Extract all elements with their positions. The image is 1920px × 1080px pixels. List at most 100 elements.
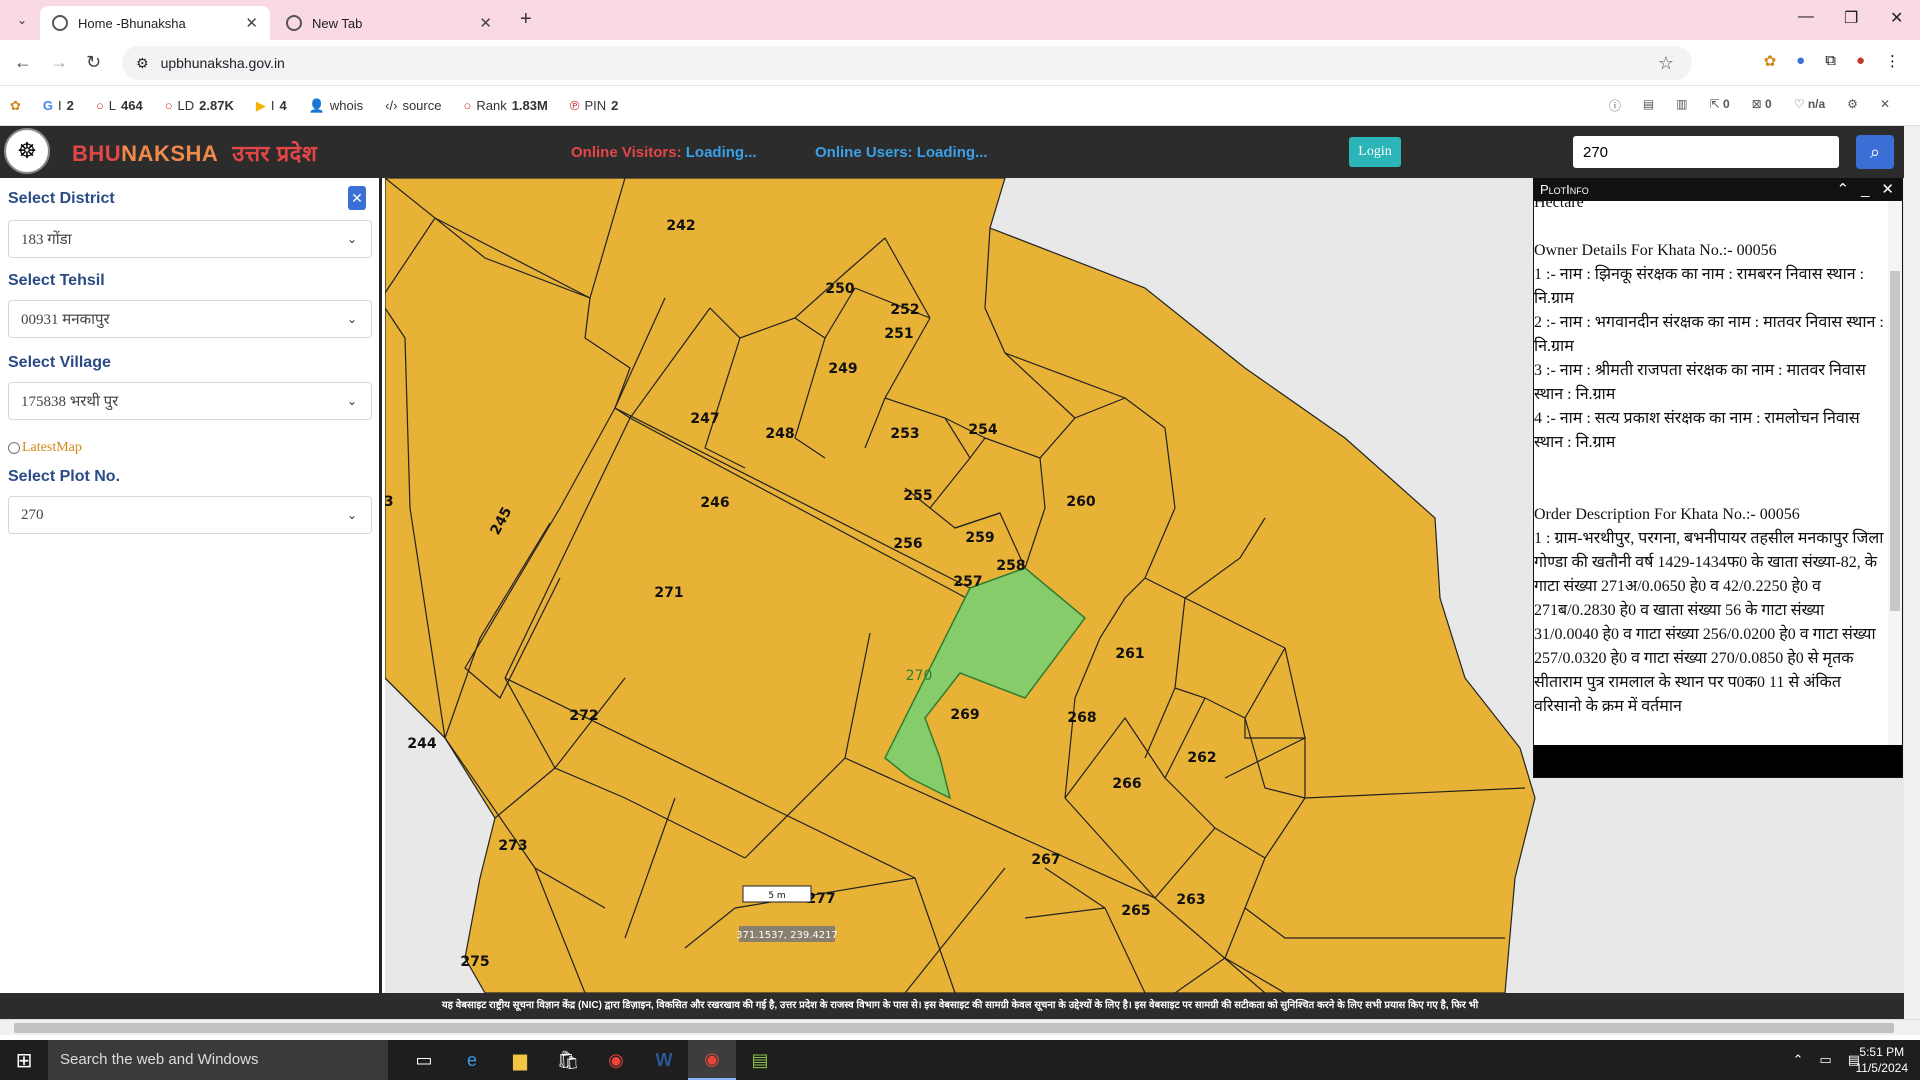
seo-whois[interactable]: 👤 whois: [309, 98, 363, 114]
plot-label: 256: [893, 536, 922, 552]
seo-links[interactable]: ○ L 464: [96, 98, 143, 113]
notepad-icon[interactable]: ▤: [736, 1040, 784, 1080]
plot-select[interactable]: 270 ⌄: [8, 496, 372, 534]
left-panel: ✕ Select District 183 गोंडा ⌄ Select Tehs…: [0, 178, 382, 993]
chevron-down-icon: ⌄: [346, 507, 357, 522]
window-close-icon[interactable]: ✕: [1890, 8, 1903, 28]
menu-kebab-icon[interactable]: ⋮: [1885, 52, 1900, 70]
file-explorer-icon[interactable]: ▆: [496, 1040, 544, 1080]
info-icon[interactable]: ⓘ: [1609, 97, 1621, 114]
circle-icon: ○: [164, 98, 173, 113]
reload-icon[interactable]: ↻: [86, 52, 101, 73]
minimize-icon[interactable]: —: [1798, 8, 1814, 26]
plot-label: 259: [965, 530, 994, 546]
tray-chevron-icon[interactable]: ⌃: [1793, 1052, 1804, 1068]
network-icon[interactable]: ▭: [1819, 1052, 1831, 1068]
settings-icon[interactable]: ⚙: [1847, 97, 1858, 114]
tab-search-chevron-icon[interactable]: ⌄: [12, 10, 32, 30]
nofollow-status[interactable]: ♡ n/a: [1794, 97, 1825, 114]
store-icon[interactable]: 🛍: [544, 1040, 592, 1080]
extension-icon[interactable]: ✿: [1764, 52, 1777, 70]
chrome-active-icon[interactable]: ◉: [688, 1040, 736, 1080]
district-select[interactable]: 183 गोंडा ⌄: [8, 220, 372, 258]
search-icon: ⌕: [1869, 141, 1881, 162]
tehsil-label: Select Tehsil: [8, 272, 105, 289]
plot-label: 273: [498, 838, 527, 854]
plot-search-input[interactable]: [1573, 136, 1839, 168]
code-icon: ‹/›: [385, 98, 398, 113]
taskbar-apps: ▭ e ▆ 🛍 ◉ W ◉ ▤: [400, 1040, 784, 1080]
plot-label: 244: [407, 736, 436, 752]
bing-icon: ▶: [255, 97, 266, 113]
plot-info-scrollbar[interactable]: [1888, 201, 1902, 746]
horizontal-scrollbar[interactable]: [0, 1019, 1920, 1035]
seo-source[interactable]: ‹/› source: [385, 98, 441, 113]
village-select[interactable]: 175838 भरथी पुर ⌄: [8, 382, 372, 420]
bookmark-star-icon[interactable]: ☆: [1658, 53, 1674, 74]
minimize-icon[interactable]: _: [1861, 179, 1869, 201]
collapse-icon[interactable]: ⌃: [1837, 179, 1850, 201]
clock-time: 5:51 PM: [1859, 1045, 1905, 1059]
url-text: upbhunaksha.gov.in: [160, 55, 285, 71]
doc-icon[interactable]: ▥: [1676, 97, 1687, 114]
task-view-icon[interactable]: ▭: [400, 1040, 448, 1080]
close-panel-button[interactable]: ✕: [348, 186, 366, 210]
back-icon[interactable]: ←: [14, 52, 32, 73]
close-tab-icon[interactable]: ✕: [479, 14, 492, 32]
edge-icon[interactable]: e: [448, 1040, 496, 1080]
nofollow-links[interactable]: ⊠ 0: [1752, 97, 1772, 114]
plot-label: 248: [765, 426, 794, 442]
windows-start-icon[interactable]: ⊞: [0, 1040, 48, 1080]
info-line: 4 :- नाम : सत्य प्रकाश संरक्षक का नाम : …: [1534, 410, 1860, 451]
district-value: 183 गोंडा: [21, 232, 72, 248]
seo-toolbar: ✿ GI2 ○ L 464 ○ LD 2.87K ▶ I 4 👤 whois ‹/› sourc…: [0, 86, 1920, 126]
external-links[interactable]: ⇱ 0: [1710, 97, 1730, 114]
tab-new-tab[interactable]: New Tab ✕: [274, 6, 504, 40]
chrome-icon[interactable]: ◉: [592, 1040, 640, 1080]
login-button[interactable]: Login: [1349, 137, 1401, 167]
district-label: Select District: [8, 190, 115, 207]
taskbar-search[interactable]: Search the web and Windows: [48, 1040, 388, 1080]
circle-icon: ○: [463, 98, 472, 113]
info-line: 3 :- नाम : श्रीमती राजपता संरक्षक का नाम…: [1534, 362, 1866, 403]
extension-icon[interactable]: ●: [1796, 52, 1805, 70]
tehsil-select[interactable]: 00931 मनकापुर ⌄: [8, 300, 372, 338]
new-tab-button[interactable]: +: [520, 8, 532, 31]
taskbar-clock[interactable]: 5:51 PM 11/5/2024: [1856, 1044, 1909, 1076]
close-icon[interactable]: ✕: [1881, 179, 1894, 201]
globe-icon: [286, 15, 302, 31]
search-button[interactable]: ⌕: [1856, 135, 1894, 169]
tab-title: Home -Bhunaksha: [78, 15, 186, 31]
info-line: Order Description For Khata No.:- 00056: [1534, 506, 1800, 523]
plot-label: 265: [1121, 903, 1150, 919]
extensions-area: ✿ ● ⧉ ● ⋮: [1764, 52, 1900, 70]
online-visitors: Online Visitors: Loading...: [571, 144, 757, 161]
page-icon[interactable]: ▤: [1643, 97, 1654, 114]
profile-icon[interactable]: ●: [1856, 52, 1865, 70]
close-toolbar-icon[interactable]: ✕: [1880, 97, 1890, 114]
seo-pinterest[interactable]: ℗ PIN 2: [570, 98, 619, 113]
seo-google-index[interactable]: GI2: [43, 98, 74, 113]
radio-icon: [8, 442, 20, 454]
seo-linking-domains[interactable]: ○ LD 2.87K: [165, 98, 234, 113]
latest-map-radio[interactable]: LatestMap: [8, 440, 82, 456]
plot-label: 275: [460, 954, 489, 970]
url-input[interactable]: ⚙ upbhunaksha.gov.in ☆: [122, 46, 1692, 80]
plot-label: 272: [569, 708, 598, 724]
seo-right-tools: ⓘ ▤ ▥ ⇱ 0 ⊠ 0 ♡ n/a ⚙ ✕: [1609, 97, 1890, 114]
forward-icon[interactable]: →: [50, 52, 68, 73]
google-icon: G: [42, 98, 54, 113]
vertical-scrollbar[interactable]: [1904, 126, 1920, 1019]
seoquake-icon[interactable]: ✿: [10, 98, 21, 114]
restore-icon[interactable]: ❐: [1844, 8, 1858, 28]
word-icon[interactable]: W: [640, 1040, 688, 1080]
seo-rank[interactable]: ○ Rank 1.83M: [463, 98, 547, 113]
village-value: 175838 भरथी पुर: [21, 394, 119, 410]
close-tab-icon[interactable]: ✕: [245, 14, 258, 32]
site-info-icon[interactable]: ⚙: [136, 55, 149, 72]
tab-bhunaksha[interactable]: Home -Bhunaksha ✕: [40, 6, 270, 40]
tehsil-value: 00931 मनकापुर: [21, 312, 110, 328]
puzzle-icon[interactable]: ⧉: [1825, 52, 1836, 70]
scale-label: 5 m: [768, 891, 785, 901]
seo-bing-index[interactable]: ▶ I 4: [256, 98, 287, 114]
